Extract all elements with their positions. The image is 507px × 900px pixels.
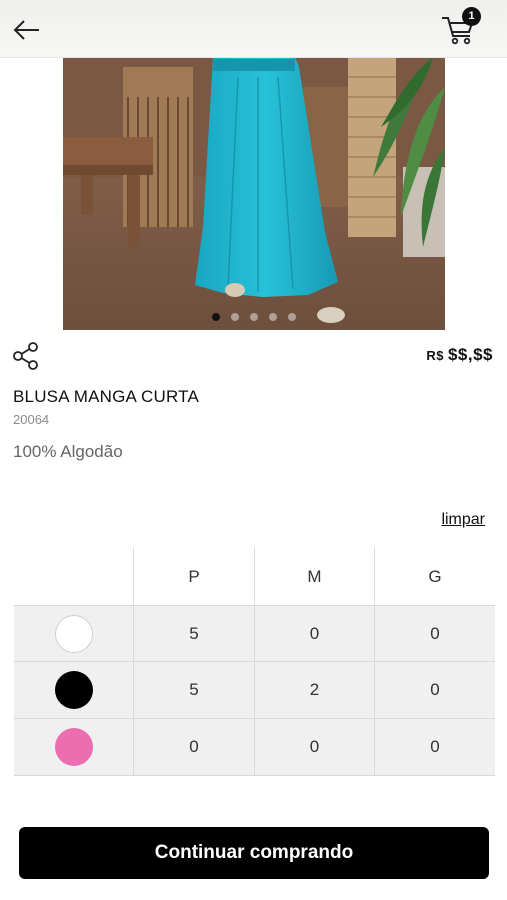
quantity-cell[interactable]: 0	[375, 662, 495, 719]
quantity-cell[interactable]: 0	[375, 605, 495, 662]
quantity-cell[interactable]: 0	[375, 719, 495, 776]
cart-count-badge: 1	[462, 7, 481, 26]
carousel-dots	[63, 313, 445, 321]
price-value: $$,$$	[447, 345, 493, 364]
size-header: P	[134, 548, 255, 605]
continue-shopping-button[interactable]: Continuar comprando	[19, 827, 489, 879]
top-bar: 1	[0, 0, 507, 58]
color-swatch-cell[interactable]	[14, 662, 134, 719]
share-button[interactable]	[12, 341, 40, 371]
quantity-cell[interactable]: 5	[134, 662, 255, 719]
cart-button[interactable]: 1	[440, 7, 481, 46]
color-swatch-white[interactable]	[54, 614, 93, 653]
size-header: M	[255, 548, 375, 605]
product-code: 20064	[13, 412, 50, 427]
product-price: R$ $$,$$	[426, 345, 493, 365]
color-swatch-cell[interactable]	[14, 719, 134, 776]
color-swatch-cell[interactable]	[14, 605, 134, 662]
quantity-cell[interactable]: 5	[134, 605, 255, 662]
product-name: BLUSA MANGA CURTA	[13, 387, 200, 406]
product-material: 100% Algodão	[13, 442, 123, 461]
carousel-dot[interactable]	[269, 313, 277, 321]
grid-corner	[14, 548, 134, 605]
clear-link[interactable]: limpar	[441, 511, 485, 529]
back-button[interactable]	[12, 16, 42, 44]
product-photo	[63, 57, 445, 330]
carousel-dot[interactable]	[288, 313, 296, 321]
carousel-dot[interactable]	[231, 313, 239, 321]
arrow-left-icon	[13, 20, 39, 40]
quantity-cell[interactable]: 0	[255, 605, 375, 662]
carousel-dot[interactable]	[212, 313, 220, 321]
size-header: G	[375, 548, 495, 605]
quantity-cell[interactable]: 0	[255, 719, 375, 776]
quantity-cell[interactable]: 2	[255, 662, 375, 719]
product-image-carousel[interactable]	[63, 57, 445, 330]
quantity-cell[interactable]: 0	[134, 719, 255, 776]
price-currency: R$	[426, 348, 444, 363]
share-icon	[13, 342, 38, 370]
size-color-grid: P M G 5 0 0 5 2 0 0 0 0	[14, 548, 495, 776]
carousel-dot[interactable]	[250, 313, 258, 321]
color-swatch-pink[interactable]	[54, 728, 93, 766]
color-swatch-black[interactable]	[54, 671, 93, 709]
